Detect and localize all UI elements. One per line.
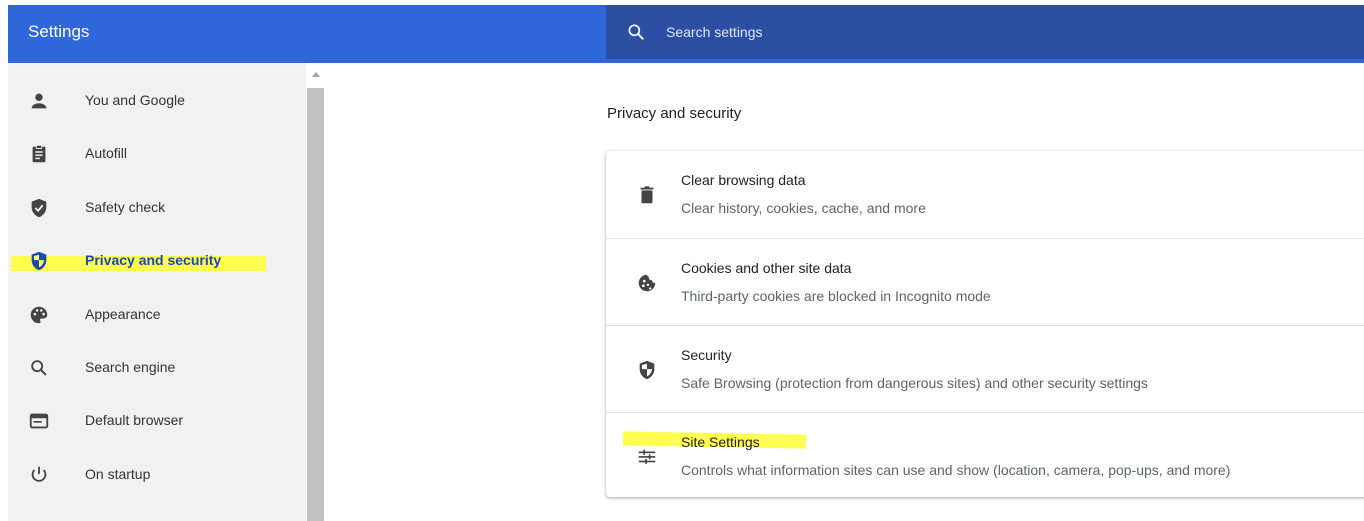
page-title: Settings [28, 22, 90, 41]
row-title: Cookies and other site data [681, 260, 852, 276]
trash-icon [640, 186, 654, 204]
row-subtitle: Clear history, cookies, cache, and more [681, 200, 926, 216]
sidebar-item-safety-check[interactable]: Safety check [8, 185, 306, 229]
sidebar-item-label: On startup [85, 466, 151, 482]
sidebar-item-autofill[interactable]: Autofill [8, 131, 306, 175]
sidebar-item-label: Appearance [85, 306, 161, 322]
privacy-settings-card: Clear browsing data Clear history, cooki… [606, 151, 1364, 497]
row-subtitle: Third-party cookies are blocked in Incog… [681, 288, 991, 304]
sidebar-item-default-browser[interactable]: Default browser [8, 398, 306, 442]
row-title: Clear browsing data [681, 172, 806, 188]
browser-window-icon [29, 413, 49, 429]
palette-icon [30, 306, 48, 324]
sidebar-item-privacy-and-security[interactable]: Privacy and security [8, 238, 306, 282]
sidebar: You and Google Autofill Safety check Pri… [8, 63, 306, 521]
section-title: Privacy and security [607, 105, 742, 122]
scroll-thumb[interactable] [307, 88, 324, 521]
cookies-row[interactable]: Cookies and other site data Third-party … [606, 238, 1364, 325]
header-bar: Settings Search settings [8, 5, 1364, 63]
sidebar-item-on-startup[interactable]: On startup [8, 452, 306, 496]
scroll-up-arrow[interactable] [312, 72, 320, 77]
search-icon [628, 24, 644, 40]
row-subtitle: Controls what information sites can use … [681, 462, 1231, 478]
row-title: Site Settings [681, 434, 760, 450]
shield-check-icon [31, 198, 47, 218]
row-subtitle: Safe Browsing (protection from dangerous… [681, 375, 1148, 391]
tune-icon [638, 449, 656, 464]
row-title: Security [681, 347, 732, 363]
sidebar-item-label: Search engine [85, 359, 176, 375]
power-icon [31, 466, 47, 482]
search-input[interactable]: Search settings [666, 5, 763, 59]
security-row[interactable]: Security Safe Browsing (protection from … [606, 325, 1364, 412]
site-settings-row[interactable]: Site Settings Controls what information … [606, 412, 1364, 499]
sidebar-item-search-engine[interactable]: Search engine [8, 345, 306, 389]
person-icon [31, 93, 47, 109]
search-bar[interactable]: Search settings [606, 5, 1364, 59]
shield-half-icon [639, 360, 655, 380]
sidebar-item-you-and-google[interactable]: You and Google [8, 78, 306, 122]
sidebar-item-appearance[interactable]: Appearance [8, 292, 306, 336]
shield-half-icon [31, 251, 47, 271]
sidebar-item-label: Default browser [85, 412, 184, 428]
sidebar-item-label: Autofill [85, 145, 128, 161]
sidebar-item-label: Privacy and security [85, 252, 222, 268]
search-icon [31, 360, 47, 376]
cookie-icon [638, 274, 656, 292]
sidebar-item-label: Safety check [85, 199, 166, 215]
sidebar-item-label: You and Google [85, 92, 185, 108]
clear-browsing-data-row[interactable]: Clear browsing data Clear history, cooki… [606, 151, 1364, 238]
sidebar-scrollbar[interactable] [306, 63, 326, 521]
clipboard-icon [32, 144, 46, 163]
